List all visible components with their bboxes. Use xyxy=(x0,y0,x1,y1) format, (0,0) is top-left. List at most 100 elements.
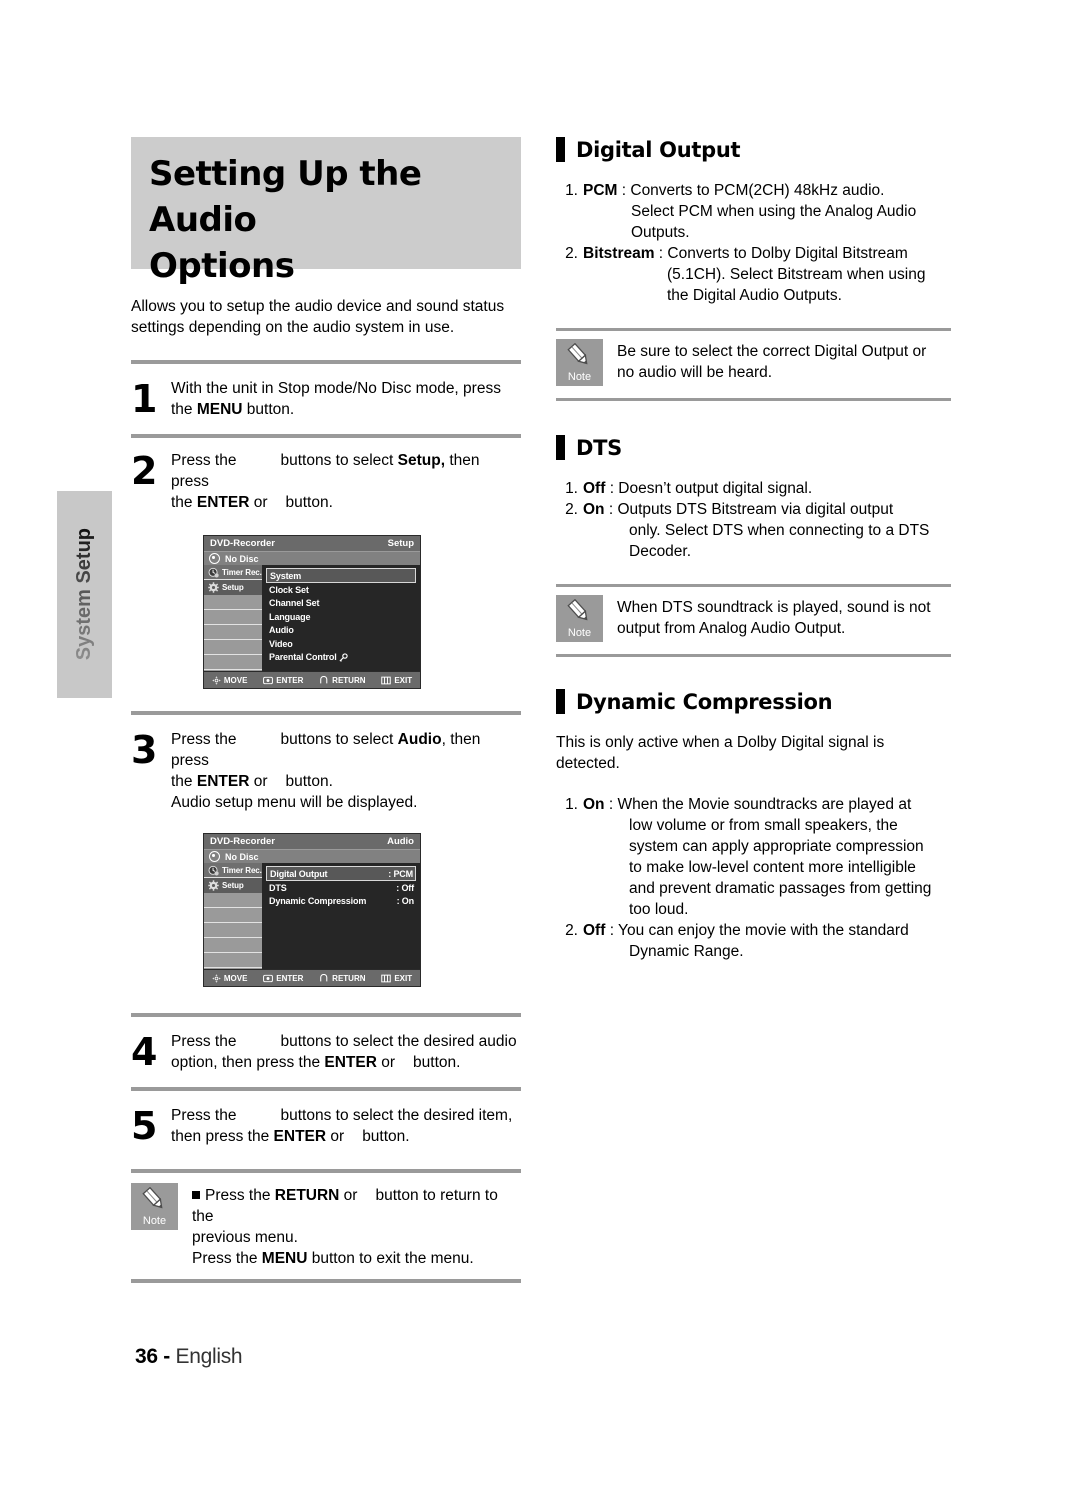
note-left-key-return: RETURN xyxy=(274,1187,340,1204)
osd-menu-list: System Clock Set Channel Set Language Au… xyxy=(262,565,420,671)
option-desc-cont: Decoder. xyxy=(629,543,692,560)
osd-header: DVD-Recorder Audio xyxy=(204,834,420,849)
section-tab-label: System Setup xyxy=(73,528,95,661)
list-item: 2. Off : You can enjoy the movie with th… xyxy=(556,920,951,962)
osd-sidebar-item-timer-rec[interactable]: Timer Rec. xyxy=(204,863,262,878)
osd-footer-label: ENTER xyxy=(276,675,304,685)
osd-footer-exit[interactable]: EXIT xyxy=(381,676,412,685)
pencil-icon xyxy=(141,1187,162,1209)
section-list-digital-output: 1. PCM : Converts to PCM(2CH) 48kHz audi… xyxy=(556,180,951,306)
osd-sidebar-empty-row xyxy=(204,595,262,610)
note-left-key-menu: MENU xyxy=(261,1250,308,1267)
list-item: 1. PCM : Converts to PCM(2CH) 48kHz audi… xyxy=(556,180,951,243)
step-4-line2-d: button. xyxy=(413,1054,461,1071)
option-desc-cont: Select PCM when using the Analog Audio xyxy=(631,203,917,220)
note-label: Note xyxy=(567,627,592,639)
step-2-line2-a: the xyxy=(171,494,197,511)
osd-sidebar-item-setup[interactable]: Setup xyxy=(204,580,262,595)
osd-menu-item-audio[interactable]: Audio xyxy=(266,624,416,638)
osd-footer-move[interactable]: MOVE xyxy=(212,974,247,983)
list-content: Off : Doesn’t output digital signal. xyxy=(583,478,951,499)
osd-menu-item-parental-control[interactable]: Parental Control xyxy=(266,651,416,665)
section-bar-icon xyxy=(556,689,565,714)
step-text: Press the buttons to select Setup, then p… xyxy=(171,450,521,513)
return-icon xyxy=(320,675,328,683)
step-5-line2-d: button. xyxy=(362,1128,410,1145)
enter-icon xyxy=(263,974,274,982)
osd-footer-return[interactable]: RETURN xyxy=(319,675,366,685)
step-text: Press the buttons to select the desired i… xyxy=(171,1105,521,1147)
osd-footer-move[interactable]: MOVE xyxy=(212,675,248,685)
step-5-line2-a: then press the xyxy=(171,1128,274,1145)
osd-menu-item-label: Video xyxy=(269,638,293,649)
step-4: 4 Press the buttons to select the desired… xyxy=(131,1031,521,1073)
list-item: 1. On : When the Movie soundtracks are p… xyxy=(556,794,951,920)
osd-sidebar-empty-row xyxy=(204,923,262,938)
osd-menu-item-clock-set[interactable]: Clock Set xyxy=(266,583,416,597)
osd-menu-item-system[interactable]: System xyxy=(266,568,416,583)
option-desc-cont: (5.1CH). Select Bitstream when using xyxy=(667,266,926,283)
osd-footer-label: RETURN xyxy=(332,973,366,983)
footer-dash: - xyxy=(157,1345,176,1368)
list-item: 2. On : Outputs DTS Bitstream via digita… xyxy=(556,499,951,562)
section-list-dts: 1. Off : Doesn’t output digital signal. … xyxy=(556,478,951,562)
osd-sidebar: Timer Rec. Setup xyxy=(204,565,262,671)
osd-menu-title: Setup xyxy=(387,538,414,549)
section-title: Dynamic Compression xyxy=(576,689,833,714)
option-desc-cont: low volume or from small speakers, the xyxy=(629,817,898,834)
osd-footer-exit[interactable]: EXIT xyxy=(381,974,412,983)
step-2-line2-c: or xyxy=(249,494,268,511)
osd-menu-item-video[interactable]: Video xyxy=(266,637,416,651)
enter-icon xyxy=(263,676,274,684)
osd-footer-label: EXIT xyxy=(394,675,413,685)
step-3-key-enter: ENTER xyxy=(196,773,250,790)
right-column: Digital Output 1. PCM : Converts to PCM(… xyxy=(556,137,951,962)
step-4-line1-a: Press the xyxy=(171,1033,237,1050)
dpad-icon xyxy=(212,675,221,685)
disc-icon xyxy=(209,553,220,564)
note-left-line3-c: button to exit the menu. xyxy=(307,1250,474,1267)
osd-menu-item-dts[interactable]: DTS : Off xyxy=(266,881,416,895)
osd-sidebar-empty-row xyxy=(204,908,262,923)
note-icon-badge: Note xyxy=(556,595,603,642)
osd-menu-item-label: DTS xyxy=(269,882,287,893)
osd-footer-bar: MOVE ENTER RETURN EXIT xyxy=(204,969,420,986)
gear-icon xyxy=(208,581,219,593)
osd-footer-label: EXIT xyxy=(394,973,413,983)
note-box-return-menu: Note Press the RETURN or button to return… xyxy=(131,1183,521,1269)
osd-sidebar-item-setup[interactable]: Setup xyxy=(204,878,262,893)
note-left-line2: previous menu. xyxy=(192,1229,298,1246)
option-desc-cont: Dynamic Range. xyxy=(629,943,744,960)
osd-sidebar-empty-row xyxy=(204,893,262,908)
osd-body: Timer Rec. xyxy=(204,863,420,969)
step-1: 1 With the unit in Stop mode/No Disc mod… xyxy=(131,378,521,420)
option-desc: : Converts to Dolby Digital Bitstream xyxy=(654,245,908,262)
osd-screenshot-audio-menu: DVD-Recorder Audio No Disc Timer Rec. Se… xyxy=(203,833,421,987)
chapter-title-box: Setting Up the Audio Options xyxy=(131,137,521,286)
osd-footer-enter[interactable]: ENTER xyxy=(263,974,303,983)
pencil-icon xyxy=(566,599,587,621)
list-marker: 2. xyxy=(565,501,578,518)
step-5-line1-a: Press the xyxy=(171,1107,237,1124)
chapter-title-line2: Options xyxy=(149,246,295,286)
step-3-line2-c: or xyxy=(249,773,268,790)
osd-menu-item-digital-output[interactable]: Digital Output : PCM xyxy=(266,866,416,881)
note-label: Note xyxy=(142,1215,167,1227)
osd-menu-item-language[interactable]: Language xyxy=(266,610,416,624)
step-4-key-enter: ENTER xyxy=(324,1054,377,1071)
osd-sidebar-empty-row xyxy=(204,655,262,670)
osd-footer-enter[interactable]: ENTER xyxy=(263,676,303,685)
list-content: PCM : Converts to PCM(2CH) 48kHz audio. … xyxy=(583,180,951,243)
osd-sidebar-label: Timer Rec. xyxy=(222,567,262,577)
osd-menu-item-value: : Off xyxy=(396,882,414,893)
osd-footer-label: MOVE xyxy=(223,675,248,685)
chapter-intro: Allows you to setup the audio device and… xyxy=(131,298,505,336)
osd-sidebar-item-timer-rec[interactable]: Timer Rec. xyxy=(204,565,262,580)
footer-language: English xyxy=(175,1345,243,1368)
option-desc: : Doesn’t output digital signal. xyxy=(605,480,813,497)
osd-menu-title: Audio xyxy=(387,836,414,847)
osd-menu-item-channel-set[interactable]: Channel Set xyxy=(266,597,416,611)
step-number: 2 xyxy=(131,449,158,493)
osd-footer-return[interactable]: RETURN xyxy=(319,973,366,983)
osd-menu-item-dynamic-compression[interactable]: Dynamic Compressiom : On xyxy=(266,895,416,909)
